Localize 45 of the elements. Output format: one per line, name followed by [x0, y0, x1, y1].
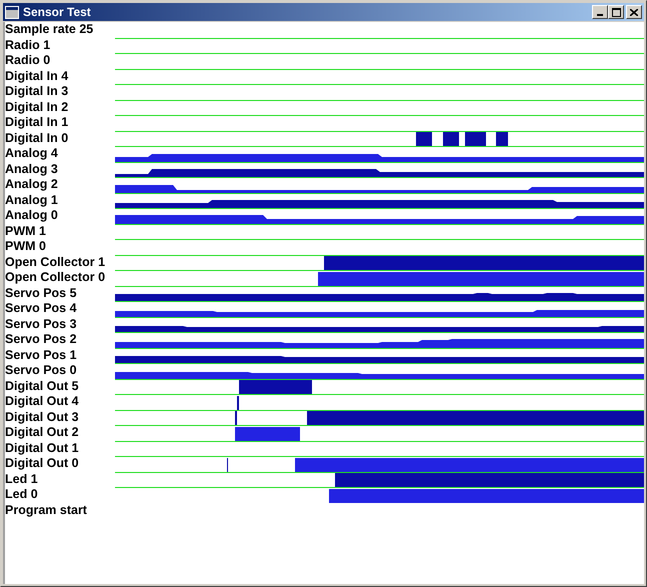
channel-label: Servo Pos 0	[5, 363, 78, 378]
channel-label: Radio 0	[5, 53, 52, 68]
channel-label: Digital Out 2	[5, 425, 80, 440]
channel-label: Led 1	[5, 472, 39, 487]
channel-label: Digital In 0	[5, 130, 70, 146]
channel-label: Servo Pos 5	[5, 286, 78, 301]
channel-label: Analog 1	[5, 192, 59, 208]
signal-pulse	[416, 132, 432, 146]
channel-label: Digital Out 1	[5, 440, 80, 456]
channel-label: Analog 0	[5, 208, 59, 224]
channel-label: Led 0	[5, 487, 39, 502]
channel-label: Digital In 4	[5, 68, 70, 84]
channel-label: Digital Out 3	[5, 410, 80, 425]
maximize-button[interactable]	[608, 5, 624, 19]
channel-label: Digital In 2	[5, 100, 70, 115]
channel-label: Open Collector 1	[5, 254, 106, 270]
channel-label: PWM 0	[5, 239, 47, 254]
channel-label: Program start	[5, 502, 88, 518]
channel-label: PWM 1	[5, 224, 47, 239]
channel-label: Servo Pos 1	[5, 348, 78, 363]
channel-label: Servo Pos 2	[5, 332, 78, 348]
channel-label: Analog 2	[5, 177, 59, 192]
window-icon	[5, 6, 19, 18]
channel-label: Digital Out 4	[5, 394, 80, 410]
maximize-icon	[612, 8, 620, 16]
signal-pulse	[443, 132, 459, 146]
channel-label: Servo Pos 3	[5, 316, 78, 332]
channel-label: Digital Out 5	[5, 378, 80, 394]
channel-label: Sample rate 25	[5, 22, 94, 38]
channel-label: Radio 1	[5, 38, 52, 53]
channel-label: Servo Pos 4	[5, 301, 78, 316]
close-button[interactable]	[626, 5, 642, 19]
channel-label: Digital In 1	[5, 115, 70, 130]
minimize-button[interactable]	[592, 5, 608, 19]
channel-label: Digital Out 0	[5, 456, 80, 472]
channel-label: Digital In 3	[5, 84, 70, 100]
channel-label: Open Collector 0	[5, 270, 106, 286]
close-icon	[630, 8, 638, 16]
minimize-icon	[597, 14, 603, 16]
signal-pulse	[235, 426, 300, 440]
signal-pulse	[496, 132, 508, 146]
window-title: Sensor Test	[23, 5, 92, 19]
signal-pulse	[465, 132, 486, 146]
channel-label: Analog 4	[5, 146, 59, 162]
channel-label: Analog 3	[5, 162, 59, 177]
